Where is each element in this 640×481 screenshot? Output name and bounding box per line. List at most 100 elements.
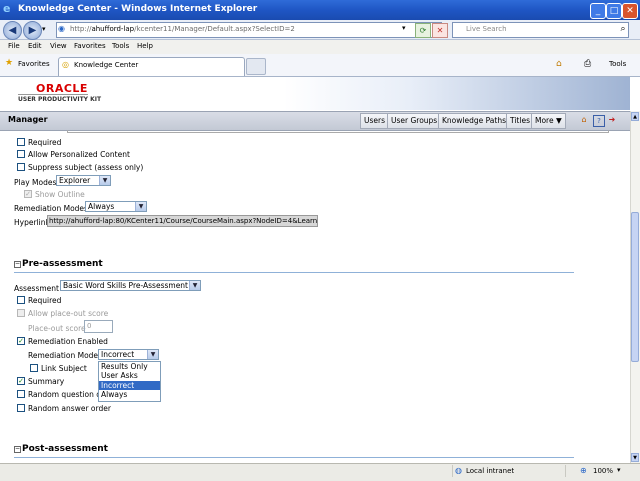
chevron-down-icon: ▼ bbox=[555, 116, 562, 125]
link-subject-label: Link Subject bbox=[41, 364, 87, 373]
scroll-down-icon[interactable]: ▼ bbox=[631, 453, 639, 462]
zoom-dropdown-icon[interactable]: ▾ bbox=[617, 466, 621, 474]
stop-icon[interactable]: ✕ bbox=[432, 23, 448, 38]
random-answer-checkbox[interactable] bbox=[17, 404, 25, 412]
menu-tools[interactable]: Tools bbox=[112, 42, 129, 50]
pre-remediation-modes-value: Incorrect bbox=[101, 350, 135, 359]
zoom-level[interactable]: 100% bbox=[593, 467, 613, 475]
collapse-icon[interactable]: − bbox=[14, 261, 21, 268]
maximize-button[interactable]: □ bbox=[606, 3, 622, 19]
tab-knowledge-paths[interactable]: Knowledge Paths bbox=[438, 113, 510, 129]
status-divider bbox=[452, 465, 453, 477]
remediation-enabled-label: Remediation Enabled bbox=[28, 337, 108, 346]
tab-user-groups[interactable]: User Groups bbox=[387, 113, 442, 129]
random-question-label: Random question or bbox=[28, 390, 104, 399]
section-divider bbox=[14, 272, 574, 273]
summary-checkbox[interactable]: ✓ bbox=[17, 377, 25, 385]
menu-edit[interactable]: Edit bbox=[28, 42, 42, 50]
new-tab-button[interactable] bbox=[246, 58, 266, 75]
page-header bbox=[0, 77, 630, 110]
show-outline-label: Show Outline bbox=[35, 190, 85, 199]
menu-favorites[interactable]: Favorites bbox=[74, 42, 106, 50]
scroll-up-icon[interactable]: ▲ bbox=[631, 112, 639, 121]
pre-assessment-title: Pre-assessment bbox=[22, 259, 103, 269]
refresh-icon[interactable]: ⟳ bbox=[415, 23, 431, 38]
remediation-enabled-checkbox[interactable]: ✓ bbox=[17, 337, 25, 345]
close-button[interactable]: ✕ bbox=[622, 3, 638, 19]
placeout-score-input[interactable]: 0 bbox=[84, 320, 113, 333]
tab-more[interactable]: More ▼ bbox=[531, 113, 566, 129]
home-icon[interactable]: ⌂ bbox=[579, 115, 589, 125]
window-title: Knowledge Center - Windows Internet Expl… bbox=[18, 4, 258, 14]
scroll-thumb[interactable] bbox=[631, 212, 639, 362]
allow-placeout-label: Allow place-out score bbox=[28, 309, 109, 318]
pre-required-label: Required bbox=[28, 296, 62, 305]
manager-title: Manager bbox=[8, 115, 48, 124]
minimize-button[interactable]: _ bbox=[590, 3, 606, 19]
random-answer-label: Random answer order bbox=[28, 404, 111, 413]
link-subject-checkbox[interactable] bbox=[30, 364, 38, 372]
chevron-down-icon: ▼ bbox=[135, 202, 146, 211]
assessment-label: Assessment bbox=[14, 284, 59, 293]
hyperlink-label: Hyperlink bbox=[14, 218, 50, 227]
remediation-modes-dropdown: Results Only User Asks Incorrect Always bbox=[98, 361, 161, 402]
dropdown-option[interactable]: User Asks bbox=[99, 371, 160, 380]
chevron-down-icon: ▼ bbox=[189, 281, 200, 290]
favorites-button[interactable]: Favorites bbox=[18, 60, 50, 68]
play-modes-value: Explorer bbox=[59, 176, 91, 185]
back-arrow-icon: ◀ bbox=[8, 25, 17, 36]
chevron-down-icon: ▼ bbox=[99, 176, 110, 185]
menu-file[interactable]: File bbox=[8, 42, 20, 50]
collapse-icon[interactable]: − bbox=[14, 446, 21, 453]
back-button[interactable]: ◀ bbox=[3, 21, 22, 40]
required-checkbox[interactable] bbox=[17, 138, 25, 146]
help-icon[interactable]: ? bbox=[593, 115, 605, 127]
ie-logo-icon: e bbox=[3, 2, 11, 15]
dropdown-option-highlighted[interactable]: Incorrect bbox=[99, 381, 160, 390]
search-icon[interactable]: ⌕ bbox=[616, 22, 630, 36]
content-panel: Required Allow Personalized Content Supp… bbox=[0, 130, 630, 463]
page-icon: ◉ bbox=[58, 24, 65, 33]
placeout-score-label: Place-out score bbox=[28, 324, 86, 333]
tab-page-icon: ◎ bbox=[62, 60, 69, 69]
tab-users[interactable]: Users bbox=[360, 113, 390, 129]
forward-button[interactable]: ▶ bbox=[23, 21, 42, 40]
product-name: USER PRODUCTIVITY KIT bbox=[18, 96, 102, 103]
show-outline-checkbox[interactable]: ✓ bbox=[24, 190, 32, 198]
allow-personalized-checkbox[interactable] bbox=[17, 150, 25, 158]
remediation-modes-value: Always bbox=[88, 202, 115, 211]
chevron-down-icon: ▼ bbox=[147, 350, 158, 359]
post-assessment-title: Post-assessment bbox=[22, 444, 108, 454]
hyperlink-field[interactable]: http://ahufford-lap:80/KCenter11/Course/… bbox=[47, 215, 318, 227]
required-label: Required bbox=[28, 138, 62, 147]
address-dropdown-icon[interactable]: ▾ bbox=[402, 24, 412, 34]
search-input[interactable]: Live Search bbox=[466, 25, 507, 33]
menu-view[interactable]: View bbox=[50, 42, 67, 50]
tab-titles[interactable]: Titles bbox=[506, 113, 534, 129]
status-divider bbox=[565, 465, 566, 477]
tools-button[interactable]: Tools bbox=[609, 60, 626, 68]
zoom-icon: ⊕ bbox=[580, 466, 587, 475]
print-icon[interactable]: ⎙ bbox=[584, 59, 591, 69]
home-icon[interactable]: ⌂ bbox=[556, 59, 562, 69]
logout-icon[interactable]: ➜ bbox=[607, 115, 617, 125]
status-bar bbox=[0, 463, 640, 481]
pre-remediation-modes-select[interactable]: Incorrect ▼ bbox=[98, 349, 159, 360]
remediation-modes-select[interactable]: Always ▼ bbox=[85, 201, 147, 212]
menu-help[interactable]: Help bbox=[137, 42, 153, 50]
play-modes-label: Play Modes bbox=[14, 178, 57, 187]
history-dropdown-icon[interactable]: ▾ bbox=[42, 25, 46, 33]
suppress-subject-checkbox[interactable] bbox=[17, 163, 25, 171]
star-icon: ★ bbox=[5, 58, 14, 68]
section-divider bbox=[14, 457, 574, 458]
allow-personalized-label: Allow Personalized Content bbox=[28, 150, 130, 159]
description-field[interactable] bbox=[67, 130, 609, 133]
address-url: http://ahufford-lap/kcenter11/Manager/De… bbox=[70, 25, 295, 33]
random-question-checkbox[interactable] bbox=[17, 390, 25, 398]
pre-required-checkbox[interactable] bbox=[17, 296, 25, 304]
allow-placeout-checkbox[interactable] bbox=[17, 309, 25, 317]
assessment-select[interactable]: Basic Word Skills Pre-Assessment ▼ bbox=[60, 280, 201, 291]
play-modes-select[interactable]: Explorer ▼ bbox=[56, 175, 111, 186]
dropdown-option[interactable]: Always bbox=[99, 390, 160, 399]
dropdown-option[interactable]: Results Only bbox=[99, 362, 160, 371]
